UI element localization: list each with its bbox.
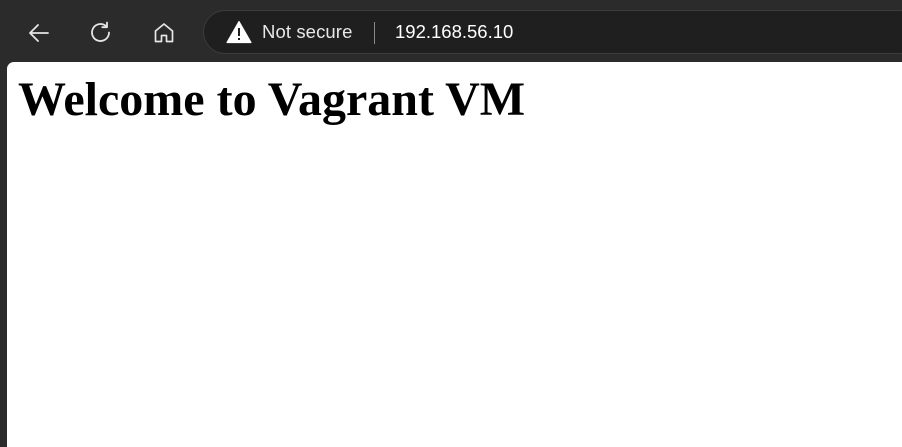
address-bar[interactable]: Not secure 192.168.56.10 — [203, 10, 902, 54]
browser-window: Not secure 192.168.56.10 Welcome to Vagr… — [0, 0, 902, 447]
page-viewport: Welcome to Vagrant VM — [7, 62, 902, 447]
arrow-left-icon — [29, 24, 49, 42]
site-security-chip[interactable]: Not secure — [226, 11, 352, 53]
back-button[interactable] — [19, 13, 59, 53]
reload-icon — [91, 21, 110, 42]
url-text[interactable]: 192.168.56.10 — [395, 11, 513, 53]
home-icon — [154, 23, 174, 43]
address-bar-divider — [374, 22, 375, 44]
security-status-label: Not secure — [262, 21, 353, 42]
home-button[interactable] — [144, 13, 184, 53]
warning-triangle-icon — [226, 19, 252, 45]
reload-button[interactable] — [81, 13, 121, 53]
browser-toolbar: Not secure 192.168.56.10 — [0, 0, 902, 63]
page-heading: Welcome to Vagrant VM — [18, 73, 526, 126]
